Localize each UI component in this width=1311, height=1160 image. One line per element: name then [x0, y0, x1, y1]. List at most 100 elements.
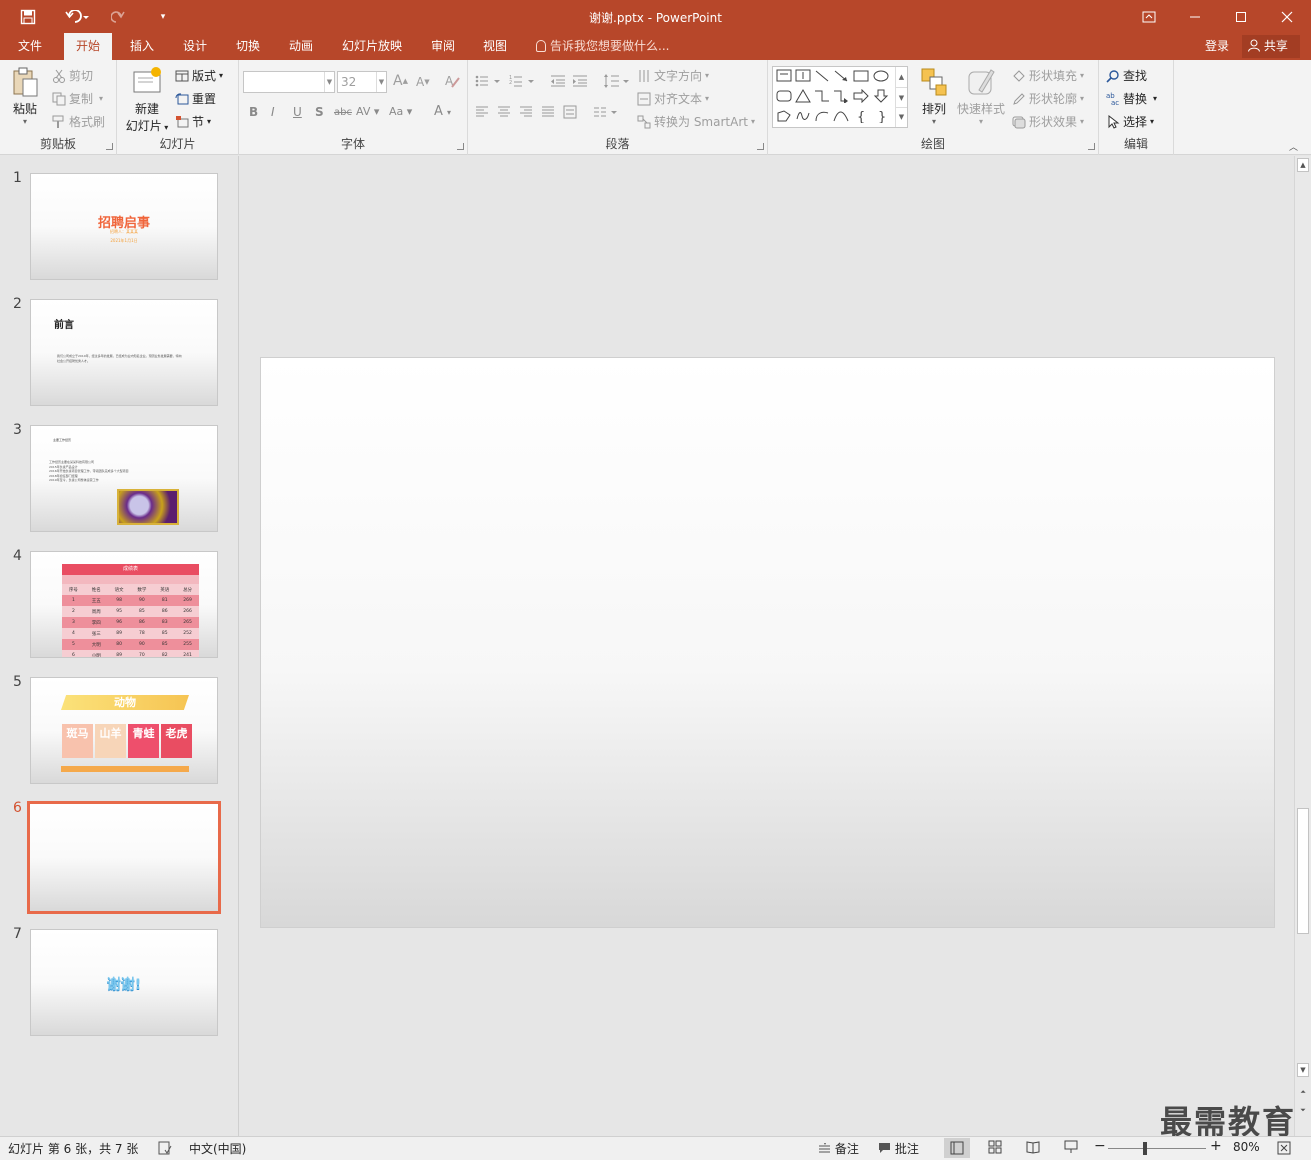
- drawing-launcher-icon[interactable]: [1088, 143, 1095, 150]
- normal-view-button[interactable]: [944, 1138, 970, 1158]
- close-icon[interactable]: [1264, 0, 1310, 33]
- slide-thumbnail-4[interactable]: 成绩表 序号 姓名 语文 数学 英语 总分 1 王五 98 90 81 269 2 周周 95…: [30, 551, 218, 658]
- layout-button[interactable]: 版式 ▾: [175, 67, 223, 84]
- slide-thumbnail-5[interactable]: 动物 斑马 山羊 青蛙 老虎: [30, 677, 218, 784]
- shapes-gallery[interactable]: { } ▲ ▼ ▼: [772, 66, 908, 128]
- shape-effects-button[interactable]: 形状效果 ▾: [1012, 113, 1084, 130]
- bullets-icon[interactable]: [475, 74, 501, 88]
- shapes-gallery-scroll[interactable]: ▲ ▼ ▼: [895, 67, 907, 127]
- tab-review[interactable]: 审阅: [419, 33, 467, 60]
- gallery-down-icon[interactable]: ▼: [896, 87, 907, 107]
- scroll-up-icon[interactable]: ▲: [1297, 158, 1309, 172]
- font-size-input[interactable]: 32 ▼: [337, 71, 387, 93]
- textbox-shape-icon[interactable]: [776, 69, 792, 83]
- vertical-textbox-shape-icon[interactable]: [795, 69, 811, 83]
- text-shadow-icon[interactable]: S: [315, 105, 324, 119]
- find-button[interactable]: 查找: [1106, 67, 1147, 84]
- columns-icon[interactable]: [593, 106, 619, 118]
- paste-button[interactable]: 粘贴 ▾: [6, 66, 44, 126]
- strikethrough-icon[interactable]: abc: [334, 107, 352, 118]
- format-painter-button[interactable]: 格式刷: [52, 113, 105, 130]
- copy-button[interactable]: 复制 ▾: [52, 90, 103, 107]
- tab-insert[interactable]: 插入: [118, 33, 166, 60]
- text-direction-button[interactable]: 文字方向 ▾: [637, 67, 709, 84]
- tab-view[interactable]: 视图: [471, 33, 519, 60]
- underline-icon[interactable]: U: [293, 105, 302, 119]
- tab-animations[interactable]: 动画: [277, 33, 325, 60]
- elbow-arrow-connector-icon[interactable]: [833, 89, 849, 103]
- language-status[interactable]: 中文(中国): [189, 1140, 246, 1157]
- numbering-icon[interactable]: 12: [509, 74, 535, 88]
- arrow-line-shape-icon[interactable]: [833, 69, 849, 83]
- minimize-icon[interactable]: [1172, 0, 1218, 33]
- tell-me-box[interactable]: 告诉我您想要做什么...: [536, 33, 669, 60]
- freeform-shape-icon[interactable]: [776, 109, 792, 123]
- arrange-button[interactable]: 排列 ▾: [915, 66, 953, 126]
- slide-thumbnail-3[interactable]: 主要工作经历 工作经历主要在某某科技有限公司 2015年负责产品设计 2016年…: [30, 425, 218, 532]
- tab-design[interactable]: 设计: [171, 33, 219, 60]
- rectangle-shape-icon[interactable]: [853, 69, 869, 83]
- rounded-rect-shape-icon[interactable]: [776, 89, 792, 103]
- right-brace-shape-icon[interactable]: }: [873, 109, 889, 123]
- line-shape-icon[interactable]: [814, 69, 830, 83]
- bold-icon[interactable]: B: [249, 105, 258, 119]
- align-text-button[interactable]: 对齐文本 ▾: [637, 90, 709, 107]
- collapse-ribbon-icon[interactable]: ︿: [1289, 140, 1298, 153]
- change-case-icon[interactable]: Aa ▾: [389, 105, 412, 118]
- scroll-down-icon[interactable]: ▼: [1297, 1063, 1309, 1077]
- line-spacing-icon[interactable]: [602, 73, 630, 89]
- reset-button[interactable]: 重置: [175, 90, 216, 107]
- zoom-in-icon[interactable]: +: [1210, 1138, 1222, 1154]
- slide-thumbnail-1[interactable]: 招聘启事 招聘人：某某某 2021年1月1日: [30, 173, 218, 280]
- scrollbar-thumb[interactable]: [1297, 808, 1309, 934]
- grow-font-icon[interactable]: A ▲: [393, 73, 408, 89]
- zoom-level[interactable]: 80%: [1233, 1140, 1260, 1154]
- section-button[interactable]: 节 ▾: [175, 113, 211, 130]
- shrink-font-icon[interactable]: A ▼: [416, 75, 430, 89]
- reading-view-icon[interactable]: [1026, 1140, 1040, 1157]
- new-slide-button[interactable]: 新建 幻灯片 ▾: [121, 66, 173, 134]
- tab-file[interactable]: 文件: [6, 33, 54, 60]
- shape-outline-button[interactable]: 形状轮廓 ▾: [1012, 90, 1084, 107]
- slideshow-view-icon[interactable]: [1064, 1140, 1078, 1157]
- fit-to-window-icon[interactable]: [1277, 1141, 1291, 1158]
- previous-slide-icon[interactable]: ⏶: [1297, 1086, 1309, 1100]
- paragraph-launcher-icon[interactable]: [757, 143, 764, 150]
- elbow-connector-icon[interactable]: [814, 89, 830, 103]
- right-arrow-shape-icon[interactable]: [853, 89, 869, 103]
- clear-formatting-icon[interactable]: A: [444, 73, 460, 89]
- font-color-icon[interactable]: A ▾: [434, 104, 451, 119]
- cut-button[interactable]: 剪切: [52, 67, 93, 84]
- curve-shape-icon[interactable]: [833, 109, 849, 123]
- left-brace-shape-icon[interactable]: {: [853, 109, 869, 123]
- gallery-more-icon[interactable]: ▼: [896, 107, 907, 125]
- justify-icon[interactable]: [541, 106, 555, 118]
- maximize-icon[interactable]: [1218, 0, 1264, 33]
- char-spacing-icon[interactable]: AV ▾: [356, 105, 379, 118]
- gallery-up-icon[interactable]: ▲: [896, 67, 907, 87]
- smartart-button[interactable]: 转换为 SmartArt ▾: [637, 113, 755, 130]
- down-arrow-shape-icon[interactable]: [873, 89, 889, 103]
- italic-icon[interactable]: I: [271, 105, 275, 119]
- login-link[interactable]: 登录: [1205, 33, 1229, 59]
- select-button[interactable]: 选择 ▾: [1106, 113, 1154, 130]
- font-name-dropdown-icon[interactable]: ▼: [324, 72, 334, 92]
- zoom-out-icon[interactable]: −: [1094, 1138, 1106, 1154]
- slide-thumbnail-7[interactable]: 谢谢!: [30, 929, 218, 1036]
- slide-thumbnail-2[interactable]: 前言 我们公司成立于2010年，经过多年的发展，已经成为业内知名企业。现因业务发…: [30, 299, 218, 406]
- tab-transitions[interactable]: 切换: [224, 33, 272, 60]
- font-size-dropdown-icon[interactable]: ▼: [376, 72, 386, 92]
- comments-button[interactable]: 批注: [878, 1140, 919, 1157]
- oval-shape-icon[interactable]: [873, 69, 889, 83]
- ribbon-display-icon[interactable]: [1126, 0, 1172, 33]
- tab-home[interactable]: 开始: [64, 33, 113, 60]
- font-launcher-icon[interactable]: [457, 143, 464, 150]
- tab-slideshow[interactable]: 幻灯片放映: [330, 33, 414, 60]
- slide-thumbnail-6[interactable]: [27, 801, 221, 914]
- slide-thumbnails-pane[interactable]: 1 招聘启事 招聘人：某某某 2021年1月1日 2 前言 我们公司成立于201…: [0, 156, 239, 1136]
- zoom-slider-thumb[interactable]: [1143, 1142, 1147, 1155]
- triangle-shape-icon[interactable]: [795, 89, 811, 103]
- quick-styles-button[interactable]: 快速样式 ▾: [955, 66, 1007, 126]
- spell-check-icon[interactable]: [158, 1141, 172, 1158]
- replace-button[interactable]: ab ac 替换 ▾: [1106, 90, 1157, 107]
